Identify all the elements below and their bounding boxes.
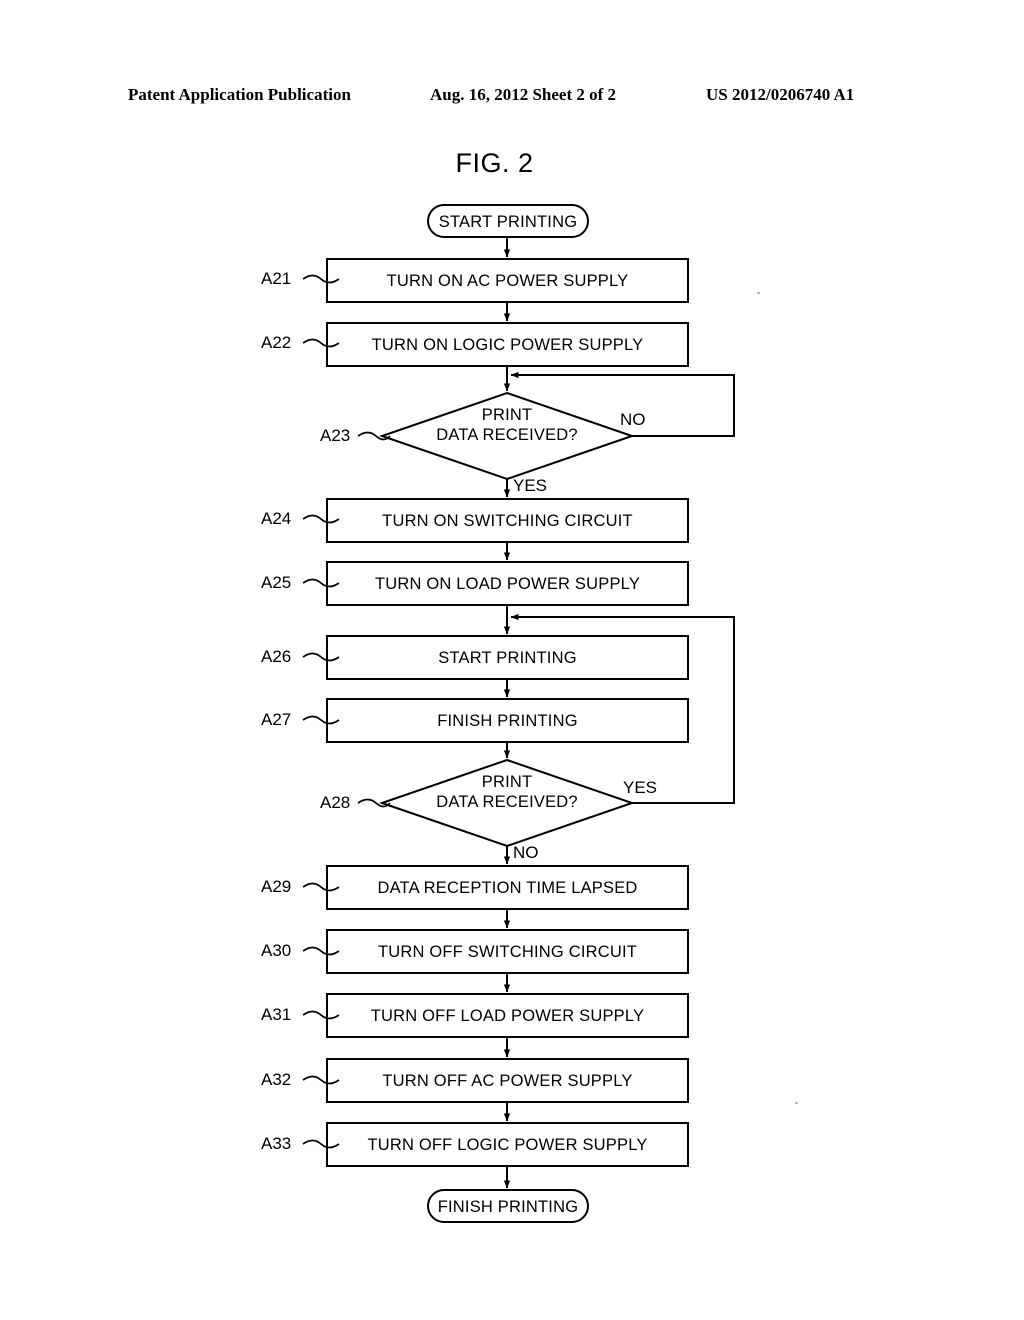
process-box-a24 [326,498,689,543]
step-ref-a24: A24 [261,509,292,528]
process-box-a26 [326,635,689,680]
decision-diamond-a23 [378,391,636,481]
process-box-a27 [326,698,689,743]
branch-label-a23-no: NO [620,410,646,429]
step-ref-a25: A25 [261,573,292,592]
process-box-a25 [326,561,689,606]
process-box-a22 [326,322,689,367]
branch-label-a23-yes: YES [513,476,548,495]
branch-label-a28-yes: YES [623,778,658,797]
step-ref-a28: A28 [320,793,351,812]
process-box-a33 [326,1122,689,1167]
process-box-a30 [326,929,689,974]
step-ref-a31: A31 [261,1005,292,1024]
branch-label-a28-no: NO [513,843,539,862]
step-ref-a30: A30 [261,941,292,960]
process-box-a29 [326,865,689,910]
step-ref-a22: A22 [261,333,292,352]
start-terminal-shape [427,204,589,238]
flowchart-vector-layer [302,204,735,1223]
step-ref-a23: A23 [320,426,351,445]
flowchart: START PRINTING TURN ON AC POWER SUPPLY T… [0,0,1024,1320]
step-ref-a27: A27 [261,710,292,729]
step-ref-a33: A33 [261,1134,292,1153]
end-terminal-shape [427,1189,589,1223]
step-ref-a32: A32 [261,1070,292,1089]
process-box-a31 [326,993,689,1038]
step-ref-a29: A29 [261,877,292,896]
scan-artifact-speck [795,1102,798,1104]
step-ref-a26: A26 [261,647,292,666]
decision-diamond-a28 [378,758,636,848]
process-box-a21 [326,258,689,303]
scan-artifact-speck [757,292,760,294]
step-ref-a21: A21 [261,269,292,288]
process-box-a32 [326,1058,689,1103]
